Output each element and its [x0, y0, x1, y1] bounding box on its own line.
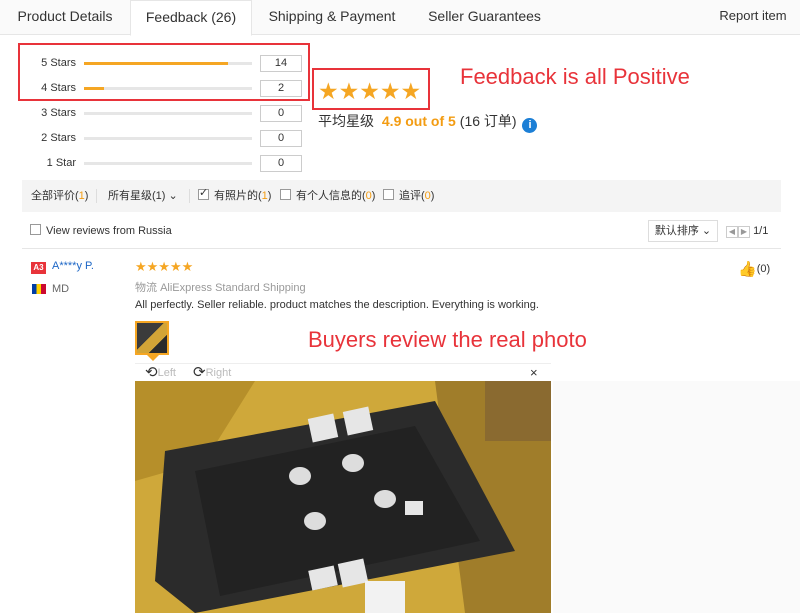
- filter-divider: [96, 189, 97, 203]
- filter-divider: [189, 189, 190, 203]
- reviewer-country: MD: [52, 283, 70, 295]
- additional-count: 0: [424, 190, 431, 202]
- average-score: 4.9 out of 5: [381, 113, 456, 129]
- average-rating: 平均星级 4.9 out of 5 (16 订单) i: [318, 111, 538, 133]
- rotate-left-label: Left: [157, 367, 176, 379]
- with-photos-label: 有照片的: [214, 190, 258, 202]
- filter-with-photos[interactable]: 有照片的(1): [198, 180, 271, 212]
- photo-viewer-toolbar: ⟲Left ⟳Right: [135, 363, 551, 381]
- report-item-link[interactable]: Report item: [712, 0, 794, 35]
- helpful-count: (0): [756, 263, 771, 275]
- additional-checkbox[interactable]: [383, 189, 394, 200]
- rotate-right-icon: ⟳: [193, 364, 206, 381]
- tab-bar: Product Details Feedback (26) Shipping &…: [0, 0, 800, 36]
- divider: [22, 248, 781, 249]
- buyer-level-badge: A3: [31, 262, 46, 274]
- rotate-left-button[interactable]: ⟲Left: [145, 364, 176, 382]
- rating-bar: [84, 137, 252, 140]
- shipping-name: AliExpress Standard Shipping: [160, 282, 306, 294]
- average-label: 平均星级: [318, 113, 374, 129]
- prev-page-icon[interactable]: ◀: [726, 226, 738, 238]
- helpful-button[interactable]: 👍(0): [738, 260, 770, 278]
- filter-stars-count: 1: [155, 190, 162, 202]
- thumbs-up-icon: 👍: [738, 261, 757, 278]
- personal-info-label: 有个人信息的: [296, 190, 362, 202]
- chevron-down-icon: ⌄: [701, 225, 712, 237]
- rating-row-3[interactable]: 3 Stars 0: [26, 105, 306, 123]
- moldova-flag-icon: [32, 284, 46, 294]
- annotation-real-photo: Buyers review the real photo: [308, 327, 587, 352]
- rating-bar: [84, 112, 252, 115]
- close-viewer-button[interactable]: ×: [530, 365, 538, 380]
- rating-label: 3 Stars: [41, 107, 76, 119]
- filter-all-stars-dropdown[interactable]: 所有星级(1) ⌄: [108, 180, 178, 212]
- filter-additional[interactable]: 追评(0): [383, 180, 434, 212]
- tab-product-details[interactable]: Product Details: [0, 0, 130, 35]
- review-photo-thumbnail[interactable]: [135, 321, 169, 355]
- rating-count: 0: [260, 155, 302, 172]
- tab-seller-guarantees[interactable]: Seller Guarantees: [412, 0, 557, 35]
- sort-dropdown[interactable]: 默认排序 ⌄: [648, 220, 718, 242]
- filter-all[interactable]: 全部评价(1): [31, 180, 88, 212]
- pagination: ◀ ▶ 1/1: [726, 225, 768, 238]
- rotate-right-button[interactable]: ⟳Right: [193, 364, 231, 382]
- additional-label: 追评: [399, 190, 421, 202]
- rating-row-2[interactable]: 2 Stars 0: [26, 130, 306, 148]
- background-photo: [553, 381, 800, 613]
- tab-shipping-payment[interactable]: Shipping & Payment: [252, 0, 412, 35]
- next-page-icon[interactable]: ▶: [738, 226, 750, 238]
- personal-info-checkbox[interactable]: [280, 189, 291, 200]
- filter-all-count: 1: [78, 190, 85, 202]
- review-stars-icon: ★★★★★: [135, 259, 194, 274]
- rating-bar: [84, 162, 252, 165]
- rating-label: 1 Star: [46, 157, 76, 169]
- thumbnail-caret: [147, 355, 159, 361]
- rotate-left-icon: ⟲: [145, 364, 158, 381]
- rating-count: 0: [260, 130, 302, 147]
- russia-filter[interactable]: View reviews from Russia: [30, 224, 172, 237]
- order-count: (16 订单): [459, 113, 517, 129]
- rotate-right-label: Right: [205, 367, 232, 379]
- russia-label: View reviews from Russia: [46, 225, 172, 237]
- rating-count: 0: [260, 105, 302, 122]
- rating-row-1[interactable]: 1 Star 0: [26, 155, 306, 173]
- shipping-prefix: 物流: [135, 282, 157, 294]
- annotation-positive: Feedback is all Positive: [460, 64, 690, 89]
- reviewer-name[interactable]: A****y P.: [52, 260, 94, 272]
- with-photos-count: 1: [261, 190, 268, 202]
- chevron-down-icon: ⌄: [168, 190, 178, 202]
- filter-personal-info[interactable]: 有个人信息的(0): [280, 180, 375, 212]
- personal-info-count: 0: [365, 190, 372, 202]
- sort-label: 默认排序: [654, 225, 699, 237]
- info-icon[interactable]: i: [522, 118, 538, 133]
- russia-checkbox[interactable]: [30, 224, 41, 235]
- rating-label: 2 Stars: [41, 132, 76, 144]
- page-indicator: 1/1: [753, 225, 769, 237]
- filter-all-label: 全部评价: [31, 190, 75, 202]
- review-photo: [135, 381, 551, 613]
- filter-stars-label: 所有星级: [108, 190, 152, 202]
- filter-bar: 全部评价(1) 所有星级(1) ⌄ 有照片的(1) 有个人信息的(0) 追评(0…: [22, 180, 781, 212]
- review-text: All perfectly. Seller reliable. product …: [135, 299, 539, 311]
- shipping-method: 物流 AliExpress Standard Shipping: [135, 279, 306, 295]
- highlight-box-ratings: [18, 43, 310, 101]
- tab-feedback[interactable]: Feedback (26): [130, 0, 252, 36]
- average-stars-icon: ★★★★★: [318, 78, 422, 104]
- with-photos-checkbox[interactable]: [198, 186, 209, 200]
